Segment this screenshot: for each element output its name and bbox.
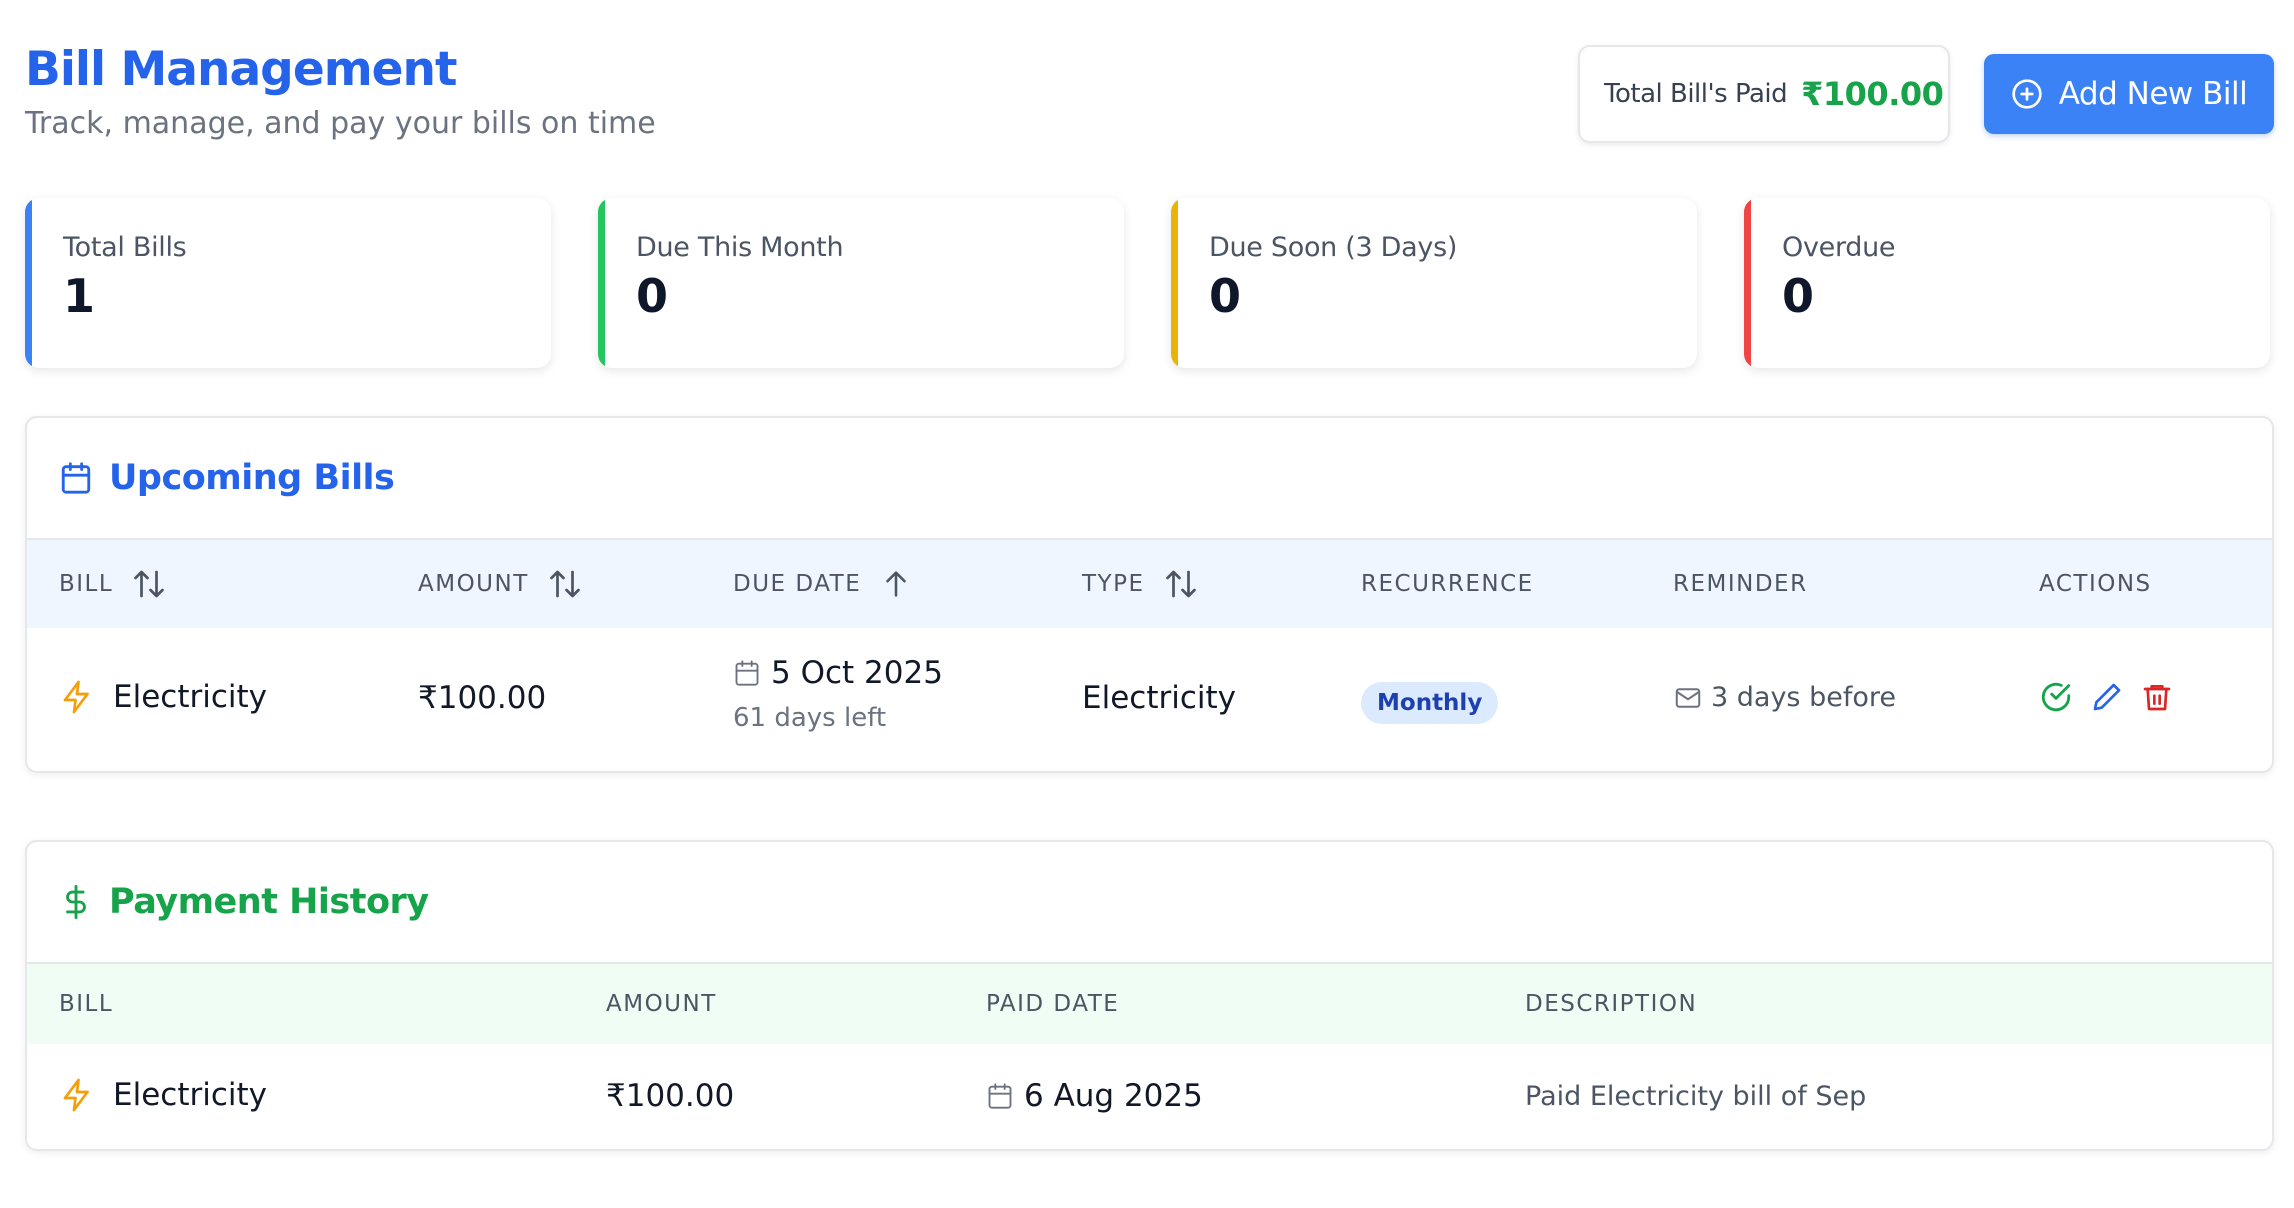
bill-name-cell: Electricity (59, 678, 267, 716)
table-row[interactable]: Electricity ₹100.00 6 Aug 2025 Paid Elec… (27, 1044, 2272, 1149)
stat-value: 1 (63, 269, 96, 323)
bill-type: Electricity (1082, 680, 1236, 716)
column-header-amount[interactable]: AMOUNT (418, 540, 583, 628)
column-label: DESCRIPTION (1525, 991, 1698, 1017)
column-header-actions: ACTIONS (2039, 540, 2152, 628)
column-header-bill: BILL (59, 964, 113, 1044)
column-label: PAID DATE (986, 991, 1120, 1017)
payment-history-panel: Payment History BILL AMOUNT PAID DATE DE… (25, 840, 2274, 1151)
bill-name: Electricity (113, 679, 267, 715)
edit-bill-button[interactable] (2091, 681, 2123, 713)
stat-value: 0 (636, 269, 669, 323)
mark-paid-button[interactable] (2039, 680, 2073, 714)
page-subtitle: Track, manage, and pay your bills on tim… (25, 106, 656, 141)
reminder-text: 3 days before (1711, 682, 1896, 713)
column-label: AMOUNT (606, 991, 717, 1017)
add-new-bill-label: Add New Bill (2058, 76, 2248, 112)
stat-value: 0 (1209, 269, 1242, 323)
total-paid-value: ₹100.00 (1801, 75, 1944, 113)
history-table-header: BILL AMOUNT PAID DATE DESCRIPTION (27, 964, 2272, 1044)
column-header-paid-date: PAID DATE (986, 964, 1119, 1044)
column-label: BILL (59, 991, 114, 1017)
calendar-icon (988, 1083, 1012, 1109)
column-header-bill[interactable]: BILL (59, 540, 167, 628)
column-label: REMINDER (1673, 571, 1808, 597)
add-new-bill-button[interactable]: Add New Bill (1984, 54, 2274, 134)
column-label: ACTIONS (2039, 571, 2152, 597)
column-header-reminder: REMINDER (1673, 540, 1808, 628)
stat-label: Due This Month (636, 232, 844, 263)
stat-label: Overdue (1782, 232, 1896, 263)
column-label: TYPE (1082, 571, 1145, 597)
column-label: RECURRENCE (1361, 571, 1534, 597)
column-header-description: DESCRIPTION (1525, 964, 1697, 1044)
recurrence-badge: Monthly (1361, 682, 1499, 724)
bill-name-cell: Electricity (59, 1076, 267, 1114)
upcoming-bills-title: Upcoming Bills (109, 458, 395, 498)
calendar-icon (61, 462, 91, 494)
bill-name: Electricity (113, 1077, 267, 1113)
dollar-icon (66, 885, 86, 919)
column-header-recurrence: RECURRENCE (1361, 540, 1534, 628)
delete-bill-button[interactable] (2141, 681, 2173, 713)
upcoming-bills-header: Upcoming Bills (27, 418, 2272, 540)
check-circle-icon (2041, 682, 2071, 712)
sort-arrows-icon[interactable] (547, 566, 583, 602)
stat-card-total-bills: Total Bills 1 (25, 198, 551, 368)
column-label: DUE DATE (733, 571, 862, 597)
column-header-due-date[interactable]: DUE DATE (733, 540, 913, 628)
trash-icon (2143, 685, 2171, 711)
table-row[interactable]: Electricity ₹100.00 5 Oct 2025 61 days l… (27, 628, 2272, 771)
stat-label: Due Soon (3 Days) (1209, 232, 1458, 263)
calendar-icon (735, 660, 759, 686)
stat-card-due-soon: Due Soon (3 Days) 0 (1171, 198, 1697, 368)
arrow-up-icon[interactable] (879, 567, 913, 601)
due-date-cell: 5 Oct 2025 61 days left (733, 655, 943, 733)
page-title: Bill Management (25, 42, 457, 97)
sort-arrows-icon[interactable] (1163, 566, 1199, 602)
pencil-icon (2093, 683, 2121, 711)
upcoming-table-header: BILL AMOUNT DUE DATE TYPE RECURRENCE REM… (27, 540, 2272, 628)
total-paid-box: Total Bill's Paid ₹100.00 (1578, 45, 1950, 143)
payment-description: Paid Electricity bill of Sep (1525, 1081, 1867, 1112)
stat-card-due-this-month: Due This Month 0 (598, 198, 1124, 368)
actions-cell (2039, 680, 2191, 714)
stat-card-overdue: Overdue 0 (1744, 198, 2270, 368)
sort-arrows-icon[interactable] (131, 566, 167, 602)
stat-label: Total Bills (63, 232, 187, 263)
column-header-amount: AMOUNT (606, 964, 717, 1044)
due-date: 5 Oct 2025 (771, 655, 943, 691)
payment-history-title: Payment History (109, 882, 429, 922)
bill-amount: ₹100.00 (418, 680, 547, 716)
upcoming-bills-panel: Upcoming Bills BILL AMOUNT DUE DATE TYPE (25, 416, 2274, 773)
days-left: 61 days left (733, 703, 887, 733)
lightning-bolt-icon (63, 1078, 89, 1112)
payment-amount: ₹100.00 (606, 1078, 735, 1114)
paid-date-cell: 6 Aug 2025 (986, 1078, 1203, 1114)
reminder-cell: 3 days before (1673, 682, 1896, 713)
payment-history-header: Payment History (27, 842, 2272, 964)
total-paid-label: Total Bill's Paid (1604, 79, 1788, 109)
page-header: Bill Management Track, manage, and pay y… (25, 38, 656, 146)
stat-value: 0 (1782, 269, 1815, 323)
mail-icon (1675, 687, 1701, 708)
lightning-bolt-icon (63, 680, 89, 714)
recurrence-cell: Monthly (1361, 682, 1499, 724)
paid-date: 6 Aug 2025 (1024, 1078, 1203, 1114)
column-header-type[interactable]: TYPE (1082, 540, 1199, 628)
plus-circle-icon (2012, 79, 2042, 109)
column-label: AMOUNT (418, 571, 529, 597)
column-label: BILL (59, 571, 114, 597)
